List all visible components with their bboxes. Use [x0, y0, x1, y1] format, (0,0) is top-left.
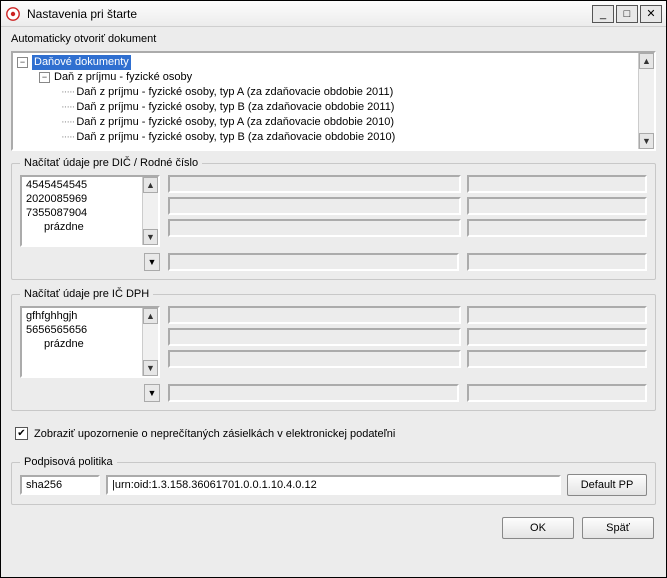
list-item-empty[interactable]: prázdne	[26, 220, 140, 234]
icdph-field	[168, 384, 459, 402]
dic-field	[168, 197, 461, 215]
icdph-field	[168, 306, 461, 324]
tree-leaf[interactable]: Daň z príjmu - fyzické osoby, typ B (za …	[17, 100, 636, 115]
maximize-button[interactable]: □	[616, 5, 638, 23]
window-title: Nastavenia pri štarte	[27, 7, 590, 21]
dic-field	[467, 219, 647, 237]
scroll-up-icon[interactable]: ▲	[639, 53, 654, 69]
notify-row: ✔ Zobraziť upozornenie o neprečítaných z…	[11, 417, 656, 450]
list-item[interactable]: 5656565656	[26, 323, 140, 337]
window-root: Nastavenia pri štarte _ □ ✕ Automaticky …	[0, 0, 667, 578]
tree-root-label[interactable]: Daňové dokumenty	[32, 55, 131, 70]
list-item[interactable]: gfhfghhgjh	[26, 309, 140, 323]
ok-button[interactable]: OK	[502, 517, 574, 539]
dic-list-scrollbar[interactable]: ▲ ▼	[142, 177, 158, 245]
icdph-field	[467, 306, 647, 324]
icdph-list-scrollbar[interactable]: ▲ ▼	[142, 308, 158, 376]
app-icon	[5, 6, 21, 22]
tree-child-row[interactable]: − Daň z príjmu - fyzické osoby	[17, 70, 636, 85]
tree-leaf[interactable]: Daň z príjmu - fyzické osoby, typ A (za …	[17, 85, 636, 100]
tree-leaf[interactable]: Daň z príjmu - fyzické osoby, typ B (za …	[17, 130, 636, 145]
collapse-icon[interactable]: −	[39, 72, 50, 83]
list-item[interactable]: 7355087904	[26, 206, 140, 220]
close-button[interactable]: ✕	[640, 5, 662, 23]
dic-field	[168, 253, 459, 271]
minimize-button[interactable]: _	[592, 5, 614, 23]
list-item[interactable]: 2020085969	[26, 192, 140, 206]
scroll-up-icon[interactable]: ▲	[143, 308, 158, 324]
dic-field	[467, 253, 647, 271]
scroll-up-icon[interactable]: ▲	[143, 177, 158, 193]
signature-policy-section: Podpisová politika sha256 |urn:oid:1.3.1…	[11, 456, 656, 505]
footer: OK Späť	[11, 511, 656, 539]
tree-root-row[interactable]: − Daňové dokumenty	[17, 55, 636, 70]
icdph-field	[168, 350, 461, 368]
dic-field	[467, 175, 647, 193]
icdph-field	[467, 350, 647, 368]
dic-field	[467, 197, 647, 215]
dic-list[interactable]: 4545454545 2020085969 7355087904 prázdne…	[20, 175, 160, 247]
dic-field	[168, 219, 461, 237]
tree-scrollbar[interactable]: ▲ ▼	[638, 53, 654, 149]
titlebar: Nastavenia pri štarte _ □ ✕	[1, 1, 666, 27]
icdph-field	[467, 328, 647, 346]
default-pp-button[interactable]: Default PP	[567, 474, 647, 496]
icdph-list[interactable]: gfhfghhgjh 5656565656 prázdne ▲ ▼	[20, 306, 160, 378]
policy-urn-input[interactable]: |urn:oid:1.3.158.36061701.0.0.1.10.4.0.1…	[106, 475, 561, 495]
collapse-icon[interactable]: −	[17, 57, 28, 68]
tree-leaf[interactable]: Daň z príjmu - fyzické osoby, typ A (za …	[17, 115, 636, 130]
notify-label: Zobraziť upozornenie o neprečítaných zás…	[34, 428, 395, 440]
policy-hash-input[interactable]: sha256	[20, 475, 100, 495]
list-item[interactable]: 4545454545	[26, 178, 140, 192]
scroll-track[interactable]	[143, 193, 158, 229]
dic-fields	[168, 175, 647, 247]
scroll-down-icon[interactable]: ▼	[144, 253, 160, 271]
scroll-track[interactable]	[143, 324, 158, 360]
scroll-down-icon[interactable]: ▼	[639, 133, 654, 149]
dic-legend: Načítať údaje pre DIČ / Rodné číslo	[20, 157, 202, 169]
dic-section: Načítať údaje pre DIČ / Rodné číslo 4545…	[11, 157, 656, 280]
document-tree[interactable]: − Daňové dokumenty − Daň z príjmu - fyzi…	[11, 51, 656, 151]
icdph-section: Načítať údaje pre IČ DPH gfhfghhgjh 5656…	[11, 288, 656, 411]
list-item-empty[interactable]: prázdne	[26, 337, 140, 351]
scroll-down-icon[interactable]: ▼	[143, 229, 158, 245]
auto-open-label: Automaticky otvoriť dokument	[11, 33, 656, 45]
dic-field	[168, 175, 461, 193]
notify-checkbox[interactable]: ✔	[15, 427, 28, 440]
back-button[interactable]: Späť	[582, 517, 654, 539]
scroll-track[interactable]	[639, 69, 654, 133]
client-area: Automaticky otvoriť dokument − Daňové do…	[1, 27, 666, 577]
scroll-down-icon[interactable]: ▼	[143, 360, 158, 376]
icdph-field	[467, 384, 647, 402]
tree-child-label[interactable]: Daň z príjmu - fyzické osoby	[54, 70, 192, 85]
scroll-down-icon[interactable]: ▼	[144, 384, 160, 402]
icdph-field	[168, 328, 461, 346]
icdph-legend: Načítať údaje pre IČ DPH	[20, 288, 153, 300]
icdph-fields	[168, 306, 647, 378]
signature-policy-legend: Podpisová politika	[20, 456, 117, 468]
